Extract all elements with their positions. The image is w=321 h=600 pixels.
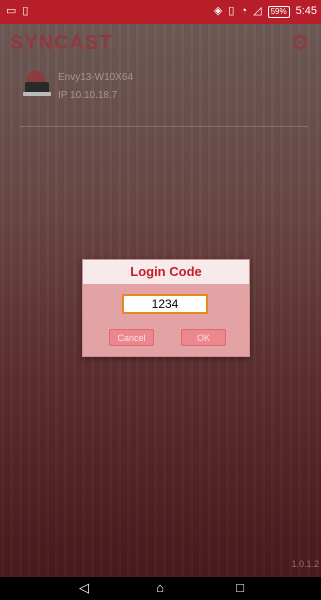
gear-icon[interactable]: ⚙ (289, 32, 311, 54)
device-list-item[interactable]: Envy13-W10X64 IP 10.10.18.7 (20, 68, 308, 127)
navigation-bar: ◁ ⌂ □ (0, 577, 321, 600)
dialog-title: Login Code (83, 260, 249, 284)
wifi-icon: ◔ (240, 5, 248, 17)
clock: 5:45 (295, 5, 317, 17)
app-logo: SYNCAST (10, 32, 113, 54)
back-icon[interactable]: ◁ (74, 580, 94, 597)
cancel-button[interactable]: Cancel (109, 329, 154, 346)
app-header: SYNCAST ⚙ (0, 24, 321, 64)
login-code-dialog: Login Code Cancel OK (82, 259, 250, 357)
notification-icon: ▯ (22, 5, 29, 17)
signal-icon: ◿ (253, 5, 262, 17)
battery-indicator: 59% (267, 5, 290, 18)
recent-apps-icon[interactable]: □ (230, 580, 250, 597)
status-bar: ▭ ▯ ◈ ▯ ◔ ◿ 59% 5:45 (0, 0, 321, 24)
sim-icon: ▯ (228, 5, 235, 17)
ok-button[interactable]: OK (181, 329, 226, 346)
device-name: Envy13-W10X64 (58, 72, 134, 83)
home-icon[interactable]: ⌂ (150, 580, 170, 597)
device-ip: IP 10.10.18.7 (58, 90, 118, 101)
device-icon (20, 68, 54, 100)
version-label: 1.0.1.2 (291, 559, 319, 569)
login-code-input[interactable] (122, 294, 208, 314)
sim-card-icon: ▭ (6, 5, 17, 17)
vibrate-icon: ◈ (213, 5, 223, 17)
